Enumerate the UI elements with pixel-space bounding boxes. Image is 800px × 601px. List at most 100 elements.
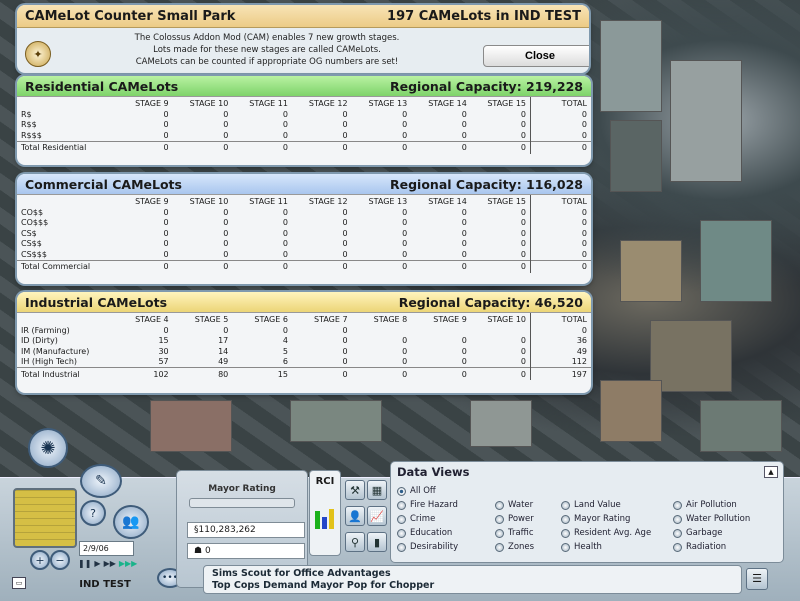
table-cell: 0 <box>402 109 408 119</box>
table-cell: 0 <box>520 130 526 140</box>
data-view-option[interactable]: Crime <box>397 514 435 524</box>
data-view-option[interactable]: Water <box>495 500 533 510</box>
data-view-option[interactable]: Traffic <box>495 528 534 538</box>
speed-slow-icon[interactable]: ▶ <box>94 559 100 568</box>
data-view-option[interactable]: Mayor Rating <box>561 514 630 524</box>
table-cell: 0 <box>530 130 591 141</box>
query-tool-icon[interactable]: ⚲ <box>345 532 365 552</box>
settings-icon[interactable]: ▭ <box>12 577 26 589</box>
mayor-mode-button[interactable]: ✎ <box>80 464 122 498</box>
advisor-tool-icon[interactable]: 👤 <box>345 506 365 526</box>
column-header: STAGE 15 <box>487 98 526 108</box>
table-cell: 0 <box>282 207 288 217</box>
zoom-out-icon[interactable]: − <box>50 550 70 570</box>
data-view-option[interactable]: Power <box>495 514 534 524</box>
rci-meter[interactable]: RCI <box>309 470 341 556</box>
table-cell: 0 <box>342 346 348 356</box>
minimap[interactable] <box>13 488 77 548</box>
option-label: Traffic <box>508 528 534 538</box>
table-cell: 0 <box>282 228 288 238</box>
table-cell: 0 <box>223 249 229 259</box>
speed-medium-icon[interactable]: ▶▶ <box>104 559 116 568</box>
pause-icon[interactable]: ❚❚ <box>78 559 91 568</box>
residential-title: Residential CAMeLots <box>25 78 179 94</box>
news-ticker[interactable]: Sims Scout for Office Advantages Top Cop… <box>203 565 742 594</box>
graph-tool-icon[interactable]: 📈 <box>367 506 387 526</box>
table-cell: 0 <box>402 239 408 249</box>
news-list-icon[interactable]: ☰ <box>746 568 768 590</box>
radio-icon <box>397 500 406 510</box>
table-cell: 0 <box>411 140 471 154</box>
radio-icon <box>397 542 406 552</box>
radio-icon <box>673 542 682 552</box>
table-cell: 0 <box>530 238 591 249</box>
option-label: Water <box>508 500 534 510</box>
table-cell: 0 <box>530 140 591 154</box>
description: The Colossus Addon Mod (CAM) enables 7 n… <box>77 32 457 68</box>
residential-section: Residential CAMeLots Regional Capacity: … <box>17 76 591 165</box>
table-cell: 0 <box>411 367 471 380</box>
industrial-table: STAGE 4 STAGE 5 STAGE 6 STAGE 7 STAGE 8 … <box>17 313 591 380</box>
cam-seal-icon: ✦ <box>25 41 51 67</box>
title-bar[interactable]: CAMeLot Counter Small Park 197 CAMeLots … <box>17 5 589 28</box>
data-view-option[interactable]: Fire Hazard <box>397 500 458 510</box>
zoom-in-icon[interactable]: + <box>30 550 50 570</box>
row-label: IM (Manufacture) <box>21 346 90 356</box>
population-value: 0 <box>204 546 211 556</box>
radio-icon <box>673 528 682 538</box>
column-header: STAGE 15 <box>487 196 526 206</box>
table-cell: 4 <box>282 336 288 346</box>
column-header: STAGE 6 <box>254 314 288 324</box>
table-cell: 0 <box>223 239 229 249</box>
radio-icon <box>561 500 570 510</box>
news-headline: Sims Scout for Office Advantages <box>212 568 391 579</box>
data-view-option[interactable]: All Off <box>397 486 436 496</box>
budget-tool-icon[interactable]: ▦ <box>367 480 387 500</box>
table-cell: 0 <box>520 239 526 249</box>
column-header: STAGE 12 <box>308 196 348 206</box>
row-label: Total Commercial <box>17 259 113 273</box>
table-cell: 0 <box>470 367 531 380</box>
table-cell: 0 <box>342 336 348 346</box>
total-row: Total Commercial 0 0 0 0 0 0 0 0 <box>17 259 591 273</box>
table-cell: 0 <box>461 239 467 249</box>
data-view-option[interactable]: Education <box>397 528 452 538</box>
weather-sun-button[interactable]: ✺ <box>28 428 68 468</box>
table-cell: 0 <box>520 207 526 217</box>
collapse-icon[interactable]: ▲ <box>764 466 778 478</box>
total-row: Total Industrial 102 80 15 0 0 0 0 197 <box>17 367 591 380</box>
data-view-option[interactable]: Garbage <box>673 528 723 538</box>
table-cell: 0 <box>163 207 169 217</box>
table-cell: 0 <box>342 109 348 119</box>
data-view-option[interactable]: Water Pollution <box>673 514 750 524</box>
row-label: CO$$$ <box>21 218 49 228</box>
data-view-option[interactable]: Desirability <box>397 542 458 552</box>
close-button[interactable]: Close <box>483 45 589 67</box>
table-cell: 0 <box>291 140 352 154</box>
data-view-option[interactable]: Health <box>561 542 602 552</box>
table-cell: 0 <box>520 249 526 259</box>
table-cell: 0 <box>172 140 233 154</box>
table-cell: 0 <box>163 325 169 335</box>
chart-tool-icon[interactable]: ▮ <box>367 532 387 552</box>
data-view-option[interactable]: Air Pollution <box>673 500 737 510</box>
table-cell: 0 <box>520 120 526 130</box>
table-cell: 0 <box>163 120 169 130</box>
table-cell: 0 <box>530 109 591 120</box>
column-header: STAGE 11 <box>249 98 288 108</box>
table-cell: 0 <box>282 239 288 249</box>
description-line: The Colossus Addon Mod (CAM) enables 7 n… <box>134 33 400 43</box>
data-view-option[interactable]: Land Value <box>561 500 621 510</box>
speed-fast-icon[interactable]: ▶▶▶ <box>119 559 137 568</box>
table-row: CS$ 0 0 0 0 0 0 0 0 <box>17 228 591 239</box>
table-cell: 0 <box>342 228 348 238</box>
city-funds[interactable]: §110,283,262 <box>187 522 305 538</box>
option-label: Crime <box>410 514 436 524</box>
table-cell: 0 <box>470 140 531 154</box>
data-view-option[interactable]: Zones <box>495 542 534 552</box>
zoning-tool-icon[interactable]: ⚒ <box>345 480 365 500</box>
data-view-option[interactable]: Radiation <box>673 542 726 552</box>
help-button[interactable]: ? <box>80 500 106 526</box>
my-sim-button[interactable]: 👥 <box>113 505 149 539</box>
data-view-option[interactable]: Resident Avg. Age <box>561 528 651 538</box>
